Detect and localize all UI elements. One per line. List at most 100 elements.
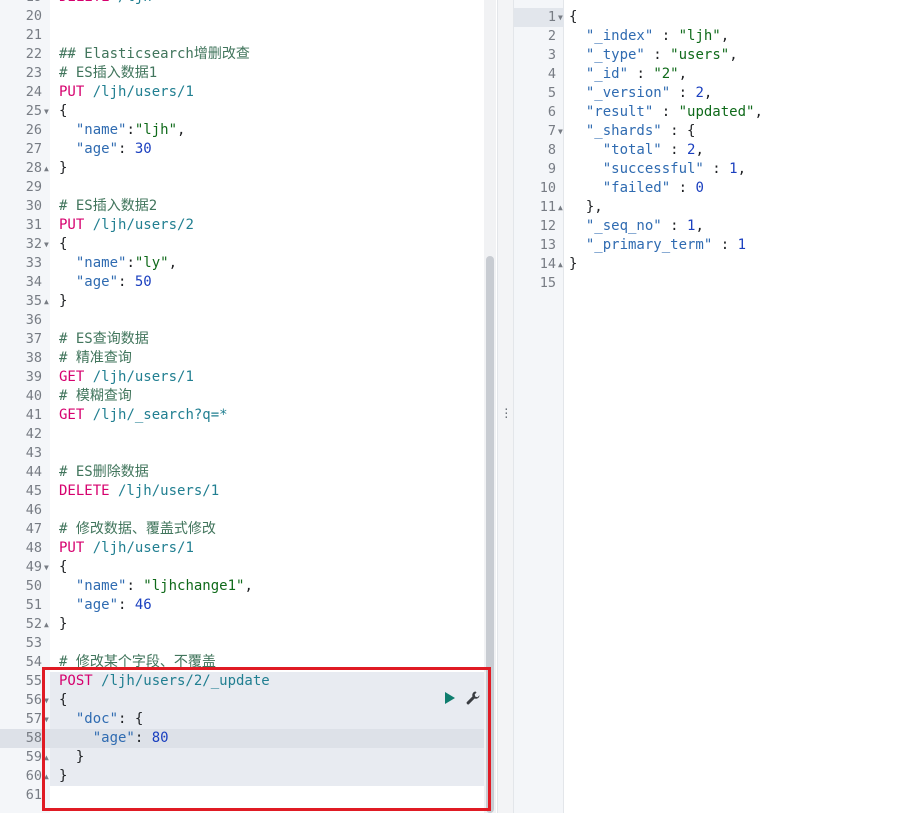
response-viewer[interactable]: 1 ▼{2 "_index" : "ljh", 3 "_type" : "users… xyxy=(514,0,902,813)
request-line[interactable]: 36 xyxy=(0,311,497,330)
response-line[interactable]: 14 ▲} xyxy=(514,255,902,274)
code-token: # 修改数据、覆盖式修改 xyxy=(59,521,216,537)
request-line[interactable]: 21 xyxy=(0,26,497,45)
request-line[interactable]: 39 GET /ljh/users/1 xyxy=(0,368,497,387)
request-line[interactable]: 38 # 精准查询 xyxy=(0,349,497,368)
fold-down-icon[interactable]: ▼ xyxy=(44,558,52,577)
response-line[interactable]: 2 "_index" : "ljh", xyxy=(514,27,902,46)
response-line-code: { xyxy=(569,8,577,27)
drag-handle-icon: · · · xyxy=(503,403,510,424)
request-line-number: 21 xyxy=(25,27,42,43)
request-line[interactable]: 52 ▲} xyxy=(0,615,497,634)
request-line[interactable]: 26 "name":"ljh", xyxy=(0,121,497,140)
response-line[interactable]: 10 "failed" : 0 xyxy=(514,179,902,198)
code-token: , xyxy=(729,47,738,63)
request-line-number: 32 xyxy=(25,236,42,252)
request-line[interactable]: 47 # 修改数据、覆盖式修改 xyxy=(0,520,497,539)
request-line-number: 35 xyxy=(25,293,42,309)
response-line[interactable]: 12 "_seq_no" : 1, xyxy=(514,217,902,236)
request-line[interactable]: 29 xyxy=(0,178,497,197)
response-line[interactable]: 11 ▲ }, xyxy=(514,198,902,217)
request-line[interactable]: 51 "age": 46 xyxy=(0,596,497,615)
request-line[interactable]: 25 ▼ { xyxy=(0,102,497,121)
request-line-code: # 模糊查询 xyxy=(59,387,132,406)
code-token: "total" xyxy=(602,142,662,158)
request-line[interactable]: 49 ▼ { xyxy=(0,558,497,577)
request-line[interactable]: 33 "name":"ly", xyxy=(0,254,497,273)
request-line-number: 53 xyxy=(25,635,42,651)
code-token: , xyxy=(695,218,704,234)
request-line[interactable]: 40 # 模糊查询 xyxy=(0,387,497,406)
fold-up-icon[interactable]: ▲ xyxy=(44,615,52,634)
code-token: { xyxy=(569,9,578,25)
response-line[interactable]: 5 "_version" : 2, xyxy=(514,84,902,103)
response-line[interactable]: 6 "result" : "updated", xyxy=(514,103,902,122)
pane-splitter[interactable]: · · · xyxy=(497,0,514,813)
response-line[interactable]: 13 "_primary_term" : 1 xyxy=(514,236,902,255)
code-token: : xyxy=(703,161,730,177)
request-line-code: GET /ljh/_search?q=* xyxy=(59,406,228,425)
request-line[interactable]: 37 # ES查询数据 xyxy=(0,330,497,349)
code-token: "_seq_no" xyxy=(585,218,662,234)
request-line[interactable]: 30 # ES插入数据2 xyxy=(0,197,497,216)
code-token: 1 xyxy=(737,237,747,253)
response-line-number: 13 xyxy=(539,237,556,253)
request-line-code: # ES插入数据2 xyxy=(59,197,157,216)
code-token: ## Elasticsearch增删改查 xyxy=(59,46,250,62)
fold-up-icon[interactable]: ▲ xyxy=(44,292,52,311)
fold-up-icon[interactable]: ▲ xyxy=(558,255,566,274)
fold-down-icon[interactable]: ▼ xyxy=(558,122,566,141)
run-request-button[interactable] xyxy=(443,690,457,706)
code-token: , xyxy=(168,255,178,271)
request-line[interactable]: 22 ## Elasticsearch增删改查 xyxy=(0,45,497,64)
response-line-number: 2 xyxy=(547,28,556,44)
response-line[interactable]: 4 "_id" : "2", xyxy=(514,65,902,84)
request-line[interactable]: 34 "age": 50 xyxy=(0,273,497,292)
request-line[interactable]: 27 "age": 30 xyxy=(0,140,497,159)
request-line[interactable]: 31 PUT /ljh/users/2 xyxy=(0,216,497,235)
request-line[interactable]: 20 xyxy=(0,7,497,26)
code-token: "_version" xyxy=(585,85,671,101)
request-line[interactable]: 43 xyxy=(0,444,497,463)
request-settings-button[interactable] xyxy=(465,690,481,706)
fold-up-icon[interactable]: ▲ xyxy=(558,198,566,217)
request-line[interactable]: 41 GET /ljh/_search?q=* xyxy=(0,406,497,425)
request-line[interactable]: 19 DELETE /ljh xyxy=(0,0,497,7)
request-line[interactable]: 23 # ES插入数据1 xyxy=(0,64,497,83)
code-token: # 模糊查询 xyxy=(59,388,132,404)
code-token: : xyxy=(126,122,135,138)
request-line[interactable]: 24 PUT /ljh/users/1 xyxy=(0,83,497,102)
request-line[interactable]: 28 ▲} xyxy=(0,159,497,178)
fold-up-icon[interactable]: ▲ xyxy=(44,159,52,178)
response-line[interactable]: 1 ▼{ xyxy=(514,8,902,27)
request-line[interactable]: 53 xyxy=(0,634,497,653)
request-line[interactable]: 35 ▲} xyxy=(0,292,497,311)
response-line[interactable]: 3 "_type" : "users", xyxy=(514,46,902,65)
response-line-number: 1 xyxy=(547,9,556,25)
request-line[interactable]: 45 DELETE /ljh/users/1 xyxy=(0,482,497,501)
fold-down-icon[interactable]: ▼ xyxy=(44,235,52,254)
request-line-number: 41 xyxy=(25,407,42,423)
code-token: }, xyxy=(569,199,603,215)
fold-down-icon[interactable]: ▼ xyxy=(558,8,566,27)
response-line[interactable]: 7 ▼ "_shards" : { xyxy=(514,122,902,141)
request-line-code: # 修改数据、覆盖式修改 xyxy=(59,520,216,539)
request-line[interactable]: 32 ▼ { xyxy=(0,235,497,254)
request-line[interactable]: 42 xyxy=(0,425,497,444)
code-token: "ljh" xyxy=(134,122,178,138)
request-line[interactable]: 44 # ES删除数据 xyxy=(0,463,497,482)
request-editor[interactable]: 19DELETE /ljh202122## Elasticsearch增删改查2… xyxy=(0,0,497,813)
request-line[interactable]: 48 PUT /ljh/users/1 xyxy=(0,539,497,558)
fold-down-icon[interactable]: ▼ xyxy=(44,102,52,121)
code-token: 50 xyxy=(134,274,152,290)
response-viewer-lines[interactable]: 1 ▼{2 "_index" : "ljh", 3 "_type" : "users… xyxy=(514,8,902,293)
request-line[interactable]: 46 xyxy=(0,501,497,520)
response-line[interactable]: 8 "total" : 2, xyxy=(514,141,902,160)
request-line[interactable]: 50 "name": "ljhchange1", xyxy=(0,577,497,596)
response-line[interactable]: 15 xyxy=(514,274,902,293)
request-line-code: } xyxy=(59,159,67,178)
response-line[interactable]: 9 "successful" : 1, xyxy=(514,160,902,179)
